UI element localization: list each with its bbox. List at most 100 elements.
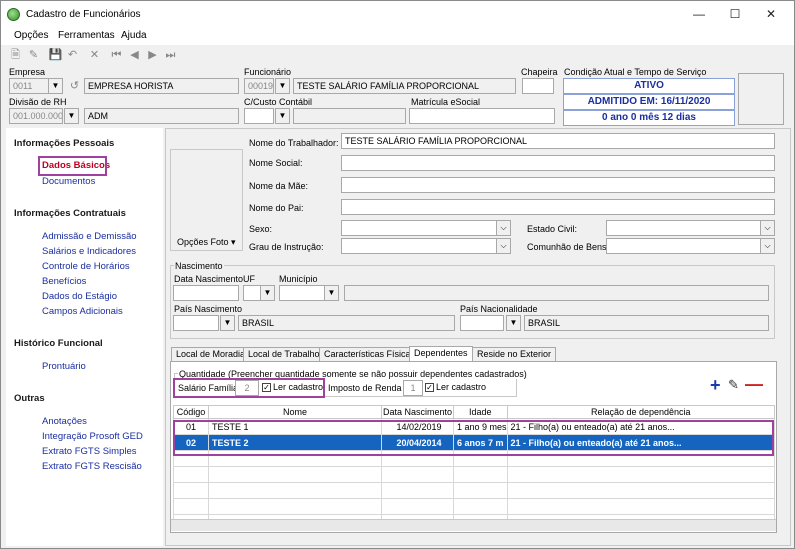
column-header-relacao[interactable]: Relação de dependência [506, 405, 776, 419]
column-header-codigo[interactable]: Código [173, 405, 209, 419]
tab-caracteristicas[interactable]: Características Físicas [319, 347, 421, 361]
opcoes-foto-button[interactable]: Opções Foto ▾ [177, 237, 236, 248]
delete-icon[interactable]: ✕ [87, 48, 102, 62]
sidebar-item-horarios[interactable]: Controle de Horários [42, 261, 130, 272]
nome-trabalhador-field[interactable]: TESTE SALÁRIO FAMÍLIA PROPORCIONAL [341, 133, 775, 149]
sidebar-item-fgts-rescisao[interactable]: Extrato FGTS Rescisão [42, 461, 142, 472]
last-record-icon[interactable]: ⏭ [163, 48, 178, 62]
imposto-renda-ler-cadastro[interactable]: ✓ Ler cadastro [425, 382, 486, 393]
municipio-dropdown[interactable]: ▼ [324, 285, 339, 301]
ccusto-code-field[interactable] [244, 108, 274, 124]
tab-dependentes[interactable]: Dependentes [409, 346, 473, 362]
funcionario-dropdown[interactable]: ▼ [275, 78, 290, 94]
close-icon[interactable]: ✕ [761, 5, 781, 23]
comunhao-dropdown[interactable]: ⌵ [760, 238, 775, 254]
data-nasc-label: Data Nascimento [174, 274, 244, 284]
prev-record-icon[interactable]: ◀ [127, 48, 142, 62]
sidebar-item-campos-adicionais[interactable]: Campos Adicionais [42, 306, 123, 317]
nome-mae-label: Nome da Mãe: [249, 181, 309, 191]
sidebar-item-admissao[interactable]: Admissão e Demissão [42, 231, 137, 242]
next-record-icon[interactable]: ▶ [145, 48, 160, 62]
refresh-icon[interactable]: ↺ [67, 79, 82, 93]
section-outras: Outras [14, 393, 45, 404]
uf-label: UF [243, 274, 255, 284]
main-window: Cadastro de Funcionários — ☐ ✕ Opções Fe… [0, 0, 795, 549]
minimize-icon[interactable]: — [689, 5, 709, 23]
sexo-dropdown[interactable]: ⌵ [496, 220, 511, 236]
pais-nasc-dropdown[interactable]: ▼ [220, 315, 235, 331]
municipio-label: Município [279, 274, 318, 284]
window-title: Cadastro de Funcionários [26, 9, 141, 20]
nome-social-field[interactable] [341, 155, 775, 171]
column-header-nome[interactable]: Nome [208, 405, 382, 419]
imposto-renda-field[interactable]: 1 [403, 380, 423, 396]
empresa-name-field: EMPRESA HORISTA [84, 78, 239, 94]
grau-dropdown[interactable]: ⌵ [496, 238, 511, 254]
matricula-field[interactable] [409, 108, 555, 124]
data-nasc-field[interactable] [173, 285, 239, 301]
nome-pai-field[interactable] [341, 199, 775, 215]
remove-icon[interactable]: — [745, 375, 763, 393]
estado-civil-dropdown[interactable]: ⌵ [760, 220, 775, 236]
divisao-name-field: ADM [84, 108, 239, 124]
sidebar-item-fgts-simples[interactable]: Extrato FGTS Simples [42, 446, 137, 457]
maximize-icon[interactable]: ☐ [725, 5, 745, 23]
chapeira-field[interactable] [522, 78, 554, 94]
checkbox-checked-icon: ✓ [425, 383, 434, 393]
salario-familia-highlight [173, 378, 325, 398]
ccusto-label: C/Custo Contábil [244, 97, 313, 107]
tab-local-trabalho[interactable]: Local de Trabalho [243, 347, 325, 361]
sidebar-item-beneficios[interactable]: Benefícios [42, 276, 86, 287]
tab-reside-exterior[interactable]: Reside no Exterior [472, 347, 557, 361]
pais-nasc-name-field: BRASIL [238, 315, 455, 331]
nome-social-label: Nome Social: [249, 158, 303, 168]
status-badge: ATIVO [563, 78, 735, 94]
table-row-empty [173, 482, 776, 499]
nome-mae-field[interactable] [341, 177, 775, 193]
table-header-row: Código Nome Data Nascimento Idade Relaçã… [173, 405, 776, 419]
sidebar-item-salarios[interactable]: Salários e Indicadores [42, 246, 136, 257]
sidebar-item-anotacoes[interactable]: Anotações [42, 416, 87, 427]
nome-pai-label: Nome do Pai: [249, 203, 304, 213]
add-icon[interactable]: + [710, 376, 721, 394]
new-icon[interactable]: 🗎 [8, 48, 23, 62]
sidebar-item-estagio[interactable]: Dados do Estágio [42, 291, 117, 302]
empresa-code-field[interactable]: 0011 [9, 78, 49, 94]
menu-ferramentas[interactable]: Ferramentas [58, 30, 115, 41]
divisao-dropdown[interactable]: ▼ [64, 108, 79, 124]
municipio-name-field [344, 285, 769, 301]
comunhao-select[interactable] [606, 238, 775, 254]
tab-local-moradia[interactable]: Local de Moradia [171, 347, 251, 361]
table-scrollbar[interactable] [171, 519, 776, 531]
comunhao-label: Comunhão de Bens: [527, 242, 610, 252]
column-header-data[interactable]: Data Nascimento [381, 405, 454, 419]
first-record-icon[interactable]: ⏮ [109, 48, 124, 62]
table-row-empty [173, 498, 776, 515]
edit-icon[interactable]: ✎ [26, 48, 41, 62]
empresa-dropdown[interactable]: ▼ [48, 78, 63, 94]
pais-nac-code-field[interactable] [460, 315, 504, 331]
undo-icon[interactable]: ↶ [65, 48, 80, 62]
estado-civil-select[interactable] [606, 220, 775, 236]
sidebar-item-prontuario[interactable]: Prontuário [42, 361, 86, 372]
sidebar-item-ged[interactable]: Integração Prosoft GED [42, 431, 143, 442]
edit-pencil-icon[interactable]: ✎ [728, 377, 739, 393]
condicao-label: Condição Atual e Tempo de Serviço [564, 67, 707, 77]
estado-civil-label: Estado Civil: [527, 224, 578, 234]
sexo-select[interactable] [341, 220, 511, 236]
pais-nasc-label: País Nascimento [174, 304, 243, 314]
pais-nac-dropdown[interactable]: ▼ [506, 315, 521, 331]
ccusto-dropdown[interactable]: ▼ [275, 108, 290, 124]
sidebar-item-documentos[interactable]: Documentos [42, 176, 95, 187]
save-icon[interactable]: 💾 [48, 48, 63, 62]
divisao-code-field[interactable]: 001.000.000 [9, 108, 63, 124]
funcionario-code-field[interactable]: 00019 [244, 78, 274, 94]
section-historico-funcional: Histórico Funcional [14, 338, 103, 349]
menu-ajuda[interactable]: Ajuda [121, 30, 147, 41]
uf-dropdown[interactable]: ▼ [260, 285, 275, 301]
menu-opcoes[interactable]: Opções [14, 30, 48, 41]
photo-frame [170, 149, 243, 251]
column-header-idade[interactable]: Idade [453, 405, 508, 419]
grau-select[interactable] [341, 238, 511, 254]
pais-nasc-code-field[interactable] [173, 315, 219, 331]
